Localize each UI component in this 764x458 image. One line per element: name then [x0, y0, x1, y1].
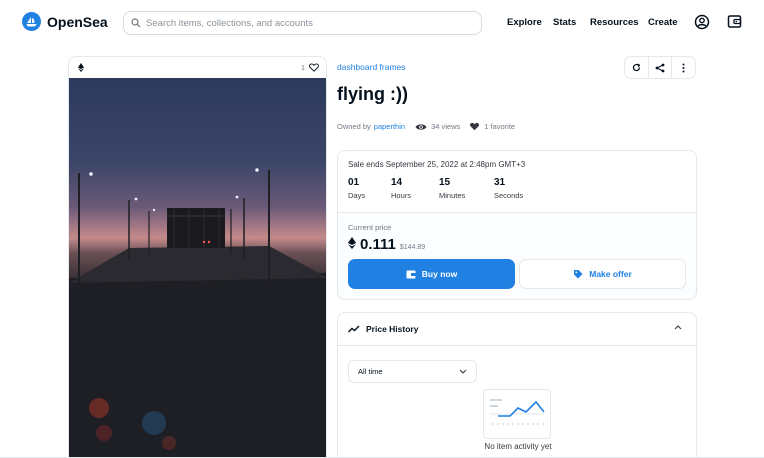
countdown-hours: 14 Hours — [391, 177, 439, 200]
more-options-button[interactable] — [672, 57, 695, 78]
search-bar[interactable] — [123, 11, 482, 35]
bridge-photo-illustration — [69, 168, 326, 457]
buy-now-button[interactable]: Buy now — [348, 259, 515, 289]
time-filter-value: All time — [358, 367, 383, 376]
collection-link[interactable]: dashboard frames — [337, 62, 406, 72]
eye-icon — [415, 123, 427, 130]
tag-icon — [574, 270, 583, 279]
countdown: 01 Days 14 Hours 15 Minutes 31 Seconds — [348, 177, 686, 200]
countdown-label: Minutes — [439, 191, 466, 200]
brand-name: OpenSea — [47, 13, 108, 30]
price-history-header[interactable]: Price History — [338, 313, 696, 346]
nav-create[interactable]: Create — [648, 17, 678, 28]
trending-icon — [348, 325, 360, 333]
countdown-label: Hours — [391, 191, 412, 200]
buy-now-label: Buy now — [421, 269, 458, 279]
price-section: Current price 0.111 $144.89 Buy now Make… — [338, 213, 696, 299]
chevron-up-icon[interactable] — [674, 325, 682, 330]
asset-image[interactable] — [69, 78, 326, 457]
owned-by-label: Owned by — [337, 122, 371, 131]
countdown-label: Days — [348, 191, 366, 200]
favorites-count: 1 favorite — [484, 122, 516, 131]
share-icon — [655, 63, 665, 72]
countdown-value: 14 — [391, 177, 403, 188]
opensea-logo-icon — [22, 12, 41, 31]
nav-explore[interactable]: Explore — [507, 17, 542, 28]
current-price-label: Current price — [348, 223, 392, 232]
countdown-value: 31 — [494, 177, 506, 188]
asset-card-header: 1 — [69, 57, 326, 78]
price-history-panel: Price History All time No item activity … — [337, 312, 697, 458]
make-offer-label: Make offer — [589, 269, 632, 279]
heart-filled-icon — [470, 122, 480, 131]
owner-link[interactable]: paperthin — [374, 122, 405, 131]
heart-icon — [309, 63, 319, 72]
wallet-icon — [406, 270, 416, 278]
refresh-icon — [632, 63, 641, 72]
countdown-label: Seconds — [494, 191, 524, 200]
refresh-button[interactable] — [625, 57, 649, 78]
price-history-title: Price History — [366, 324, 419, 334]
price-row: 0.111 $144.89 — [348, 236, 686, 253]
purchase-buttons: Buy now Make offer — [348, 259, 686, 289]
countdown-days: 01 Days — [348, 177, 391, 200]
favorite-count: 1 — [300, 63, 305, 72]
countdown-value: 15 — [439, 177, 451, 188]
countdown-minutes: 15 Minutes — [439, 177, 494, 200]
profile-icon[interactable] — [694, 14, 710, 30]
top-navigation-bar: OpenSea Explore Stats Resources Create — [0, 0, 764, 44]
ethereum-icon — [348, 237, 356, 249]
sale-timer-section: Sale ends September 25, 2022 at 2:48pm G… — [338, 151, 696, 213]
favorite-button[interactable]: 1 — [301, 63, 319, 72]
empty-activity-text: No item activity yet — [484, 442, 552, 451]
more-icon — [682, 63, 685, 72]
share-button[interactable] — [649, 57, 673, 78]
price-usd: $144.89 — [399, 244, 426, 251]
views-count: 34 views — [431, 122, 461, 131]
item-title: flying :)) — [337, 84, 408, 104]
asset-image-card: 1 — [68, 56, 327, 458]
search-input[interactable] — [146, 17, 466, 29]
price-value: 0.111 — [360, 236, 396, 253]
countdown-value: 01 — [348, 177, 360, 188]
owner-row: Owned by paperthin 34 views 1 favorite — [337, 122, 515, 131]
nav-stats[interactable]: Stats — [553, 17, 576, 28]
make-offer-button[interactable]: Make offer — [519, 259, 686, 289]
opensea-logo[interactable]: OpenSea — [22, 12, 108, 31]
time-filter-select[interactable]: All time — [348, 360, 477, 383]
sale-ends-text: Sale ends September 25, 2022 at 2:48pm G… — [348, 160, 526, 169]
empty-chart-illustration — [483, 389, 551, 439]
ethereum-icon — [78, 63, 84, 72]
chart-placeholder-icon — [490, 399, 545, 425]
sale-panel: Sale ends September 25, 2022 at 2:48pm G… — [337, 150, 697, 300]
wallet-icon[interactable] — [727, 14, 742, 29]
nav-resources[interactable]: Resources — [590, 17, 639, 28]
search-icon — [131, 18, 141, 28]
countdown-seconds: 31 Seconds — [494, 177, 544, 200]
item-toolbar — [624, 56, 696, 79]
chevron-down-icon — [459, 369, 467, 374]
